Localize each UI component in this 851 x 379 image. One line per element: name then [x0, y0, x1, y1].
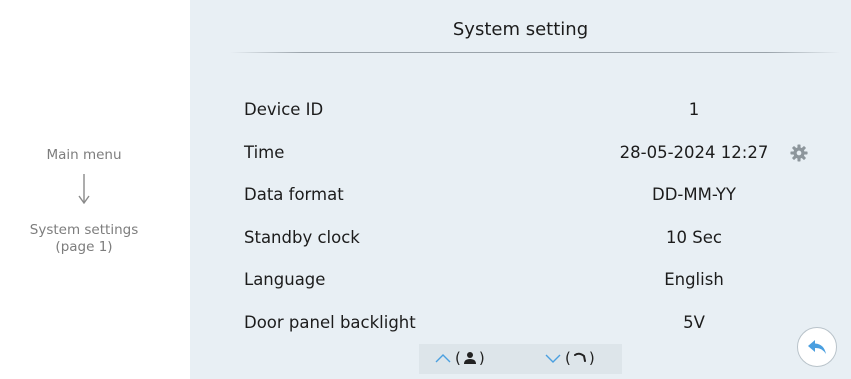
setting-value: 5V [683, 313, 705, 332]
back-button[interactable] [797, 327, 837, 367]
gear-icon[interactable] [790, 144, 808, 162]
setting-label: Door panel backlight [244, 313, 416, 332]
screen-title: System setting [452, 19, 589, 40]
nav-up-button[interactable]: ( ) [435, 349, 485, 367]
setting-row-data-format[interactable]: Data format DD-MM-YY [190, 181, 851, 209]
main-menu-caption: Main menu [46, 147, 122, 163]
setting-label: Standby clock [244, 228, 360, 247]
setting-value: DD-MM-YY [652, 185, 736, 204]
nav-down-close-paren: ) [588, 349, 595, 367]
chevron-down-icon [545, 354, 561, 363]
system-settings-caption-line1: System settings [29, 222, 139, 238]
setting-value: 1 [688, 100, 700, 119]
system-settings-caption-line2: (page 1) [55, 239, 113, 255]
chevron-up-icon [435, 354, 451, 363]
setting-row-device-id[interactable]: Device ID 1 [190, 96, 851, 124]
nav-up-close-paren: ) [478, 349, 485, 367]
setting-row-time[interactable]: Time 28-05-2024 12:27 [190, 139, 851, 167]
setting-row-door-panel-backlight[interactable]: Door panel backlight 5V [190, 309, 851, 337]
nav-down-open-paren: ( [565, 349, 571, 367]
setting-row-language[interactable]: Language English [190, 266, 851, 294]
reply-arrow-icon [808, 340, 826, 354]
setting-value: 10 Sec [666, 228, 722, 247]
setting-label: Device ID [244, 100, 324, 119]
handset-icon [573, 352, 586, 362]
setting-value: English [664, 270, 724, 289]
system-settings-caption: System settings (page 1) [0, 222, 168, 256]
setting-value: 28-05-2024 12:27 [619, 143, 769, 162]
setting-label: Data format [244, 185, 344, 204]
navigation-bar: ( ) ( ) [419, 344, 622, 374]
nav-up-open-paren: ( [455, 349, 461, 367]
setting-row-standby-clock[interactable]: Standby clock 10 Sec [190, 224, 851, 252]
title-divider [230, 52, 840, 53]
settings-screen: System setting Device ID 1 Time 28-05-20… [190, 0, 851, 379]
setting-label: Language [244, 270, 326, 289]
down-arrow-icon [78, 174, 90, 204]
setting-label: Time [244, 143, 285, 162]
nav-down-button[interactable]: ( ) [545, 349, 595, 367]
person-icon [463, 352, 476, 364]
